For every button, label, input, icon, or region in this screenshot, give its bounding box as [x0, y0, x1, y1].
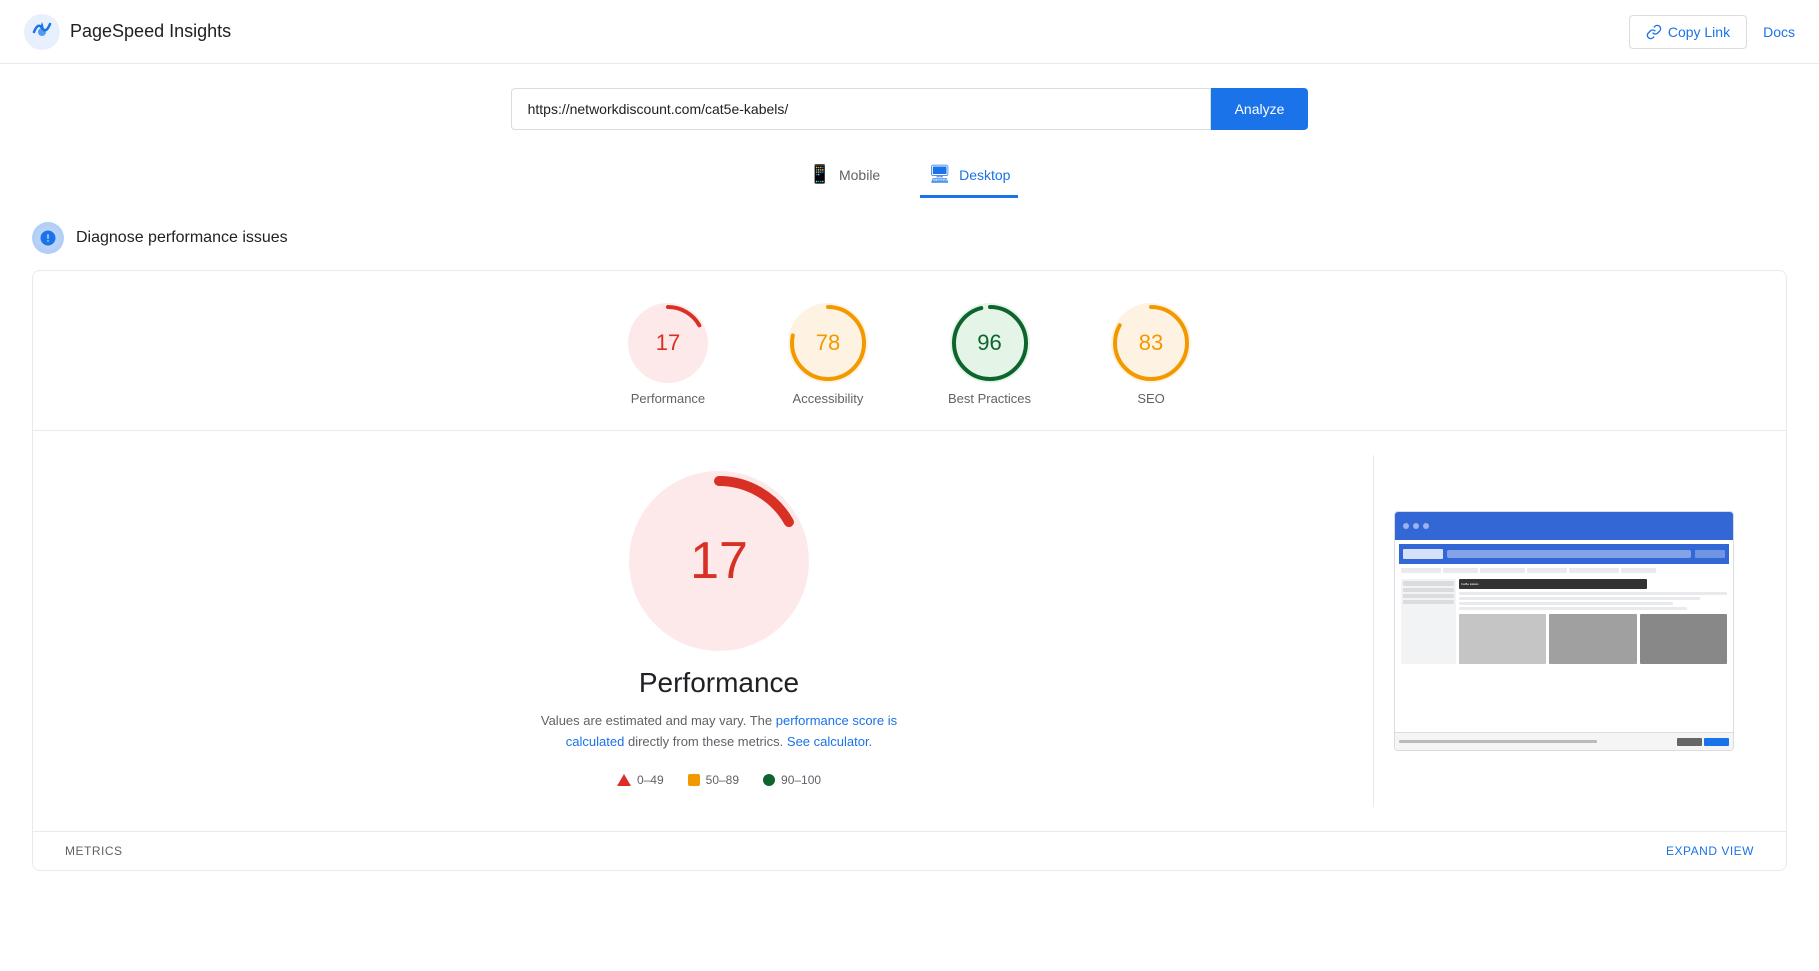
- legend-triangle-icon: [617, 774, 631, 786]
- screenshot-content: Cat5e kabels: [1395, 540, 1733, 750]
- large-gauge: 17: [629, 471, 809, 651]
- legend-item-medium: 50–89: [688, 773, 739, 787]
- docs-link[interactable]: Docs: [1763, 24, 1795, 40]
- perf-calculator-link[interactable]: See calculator.: [787, 734, 872, 749]
- large-gauge-value: 17: [690, 531, 748, 591]
- mobile-icon: 📱: [809, 164, 831, 185]
- legend-item-low: 0–49: [617, 773, 664, 787]
- screenshot-preview: Cat5e kabels: [1394, 511, 1734, 751]
- perf-desc-middle: directly from these metrics.: [628, 734, 787, 749]
- analyze-button[interactable]: Analyze: [1211, 88, 1309, 130]
- legend-high-range: 90–100: [781, 773, 821, 787]
- legend-square-icon: [688, 774, 700, 786]
- url-input[interactable]: [511, 88, 1211, 130]
- score-circles-row: 17 Performance 78 Accessibility: [33, 271, 1786, 430]
- diagnose-title: Diagnose performance issues: [76, 229, 288, 247]
- tabs-row: 📱 Mobile 🖥 Desktop: [0, 146, 1819, 198]
- copy-link-button[interactable]: Copy Link: [1629, 15, 1747, 49]
- pagespeed-logo-icon: [24, 14, 60, 50]
- logo-area: PageSpeed Insights: [24, 14, 231, 50]
- screenshot-browser-bar: [1395, 512, 1733, 540]
- score-circle-accessibility: 78: [788, 303, 868, 383]
- score-label-seo: SEO: [1137, 391, 1164, 406]
- score-label-best-practices: Best Practices: [948, 391, 1031, 406]
- app-title: PageSpeed Insights: [70, 21, 231, 42]
- legend: 0–49 50–89 90–100: [617, 773, 821, 787]
- score-value-seo: 83: [1139, 330, 1163, 356]
- perf-desc-before: Values are estimated and may vary. The: [541, 713, 772, 728]
- browser-dot-2: [1413, 523, 1419, 529]
- score-value-best-practices: 96: [977, 330, 1001, 356]
- scores-card: 17 Performance 78 Accessibility: [32, 270, 1787, 871]
- tab-desktop-label: Desktop: [959, 167, 1010, 183]
- header-right: Copy Link Docs: [1629, 15, 1795, 49]
- legend-circle-icon: [763, 774, 775, 786]
- tab-desktop[interactable]: 🖥 Desktop: [920, 154, 1018, 198]
- copy-link-label: Copy Link: [1668, 24, 1730, 40]
- screenshot-panel: Cat5e kabels: [1374, 455, 1754, 807]
- diagnose-section: Diagnose performance issues: [0, 206, 1819, 262]
- score-circle-seo: 83: [1111, 303, 1191, 383]
- score-circle-performance: 17: [628, 303, 708, 383]
- expand-view-link[interactable]: Expand view: [1666, 844, 1754, 858]
- score-circle-best-practices: 96: [950, 303, 1030, 383]
- score-item-seo: 83 SEO: [1111, 303, 1191, 406]
- legend-item-high: 90–100: [763, 773, 821, 787]
- metrics-footer: METRICS Expand view: [33, 831, 1786, 870]
- tab-mobile[interactable]: 📱 Mobile: [801, 154, 889, 198]
- score-value-accessibility: 78: [816, 330, 840, 356]
- legend-medium-range: 50–89: [706, 773, 739, 787]
- search-area: Analyze: [0, 64, 1819, 146]
- legend-low-range: 0–49: [637, 773, 664, 787]
- metrics-label: METRICS: [65, 844, 123, 858]
- main-content: 17 Performance Values are estimated and …: [33, 431, 1786, 831]
- perf-description: Values are estimated and may vary. The p…: [529, 711, 909, 753]
- browser-dot-1: [1403, 523, 1409, 529]
- score-item-accessibility: 78 Accessibility: [788, 303, 868, 406]
- tab-mobile-label: Mobile: [839, 167, 880, 183]
- diagnose-icon: [32, 222, 64, 254]
- score-value-performance: 17: [656, 330, 680, 356]
- perf-title: Performance: [639, 667, 799, 699]
- header: PageSpeed Insights Copy Link Docs: [0, 0, 1819, 64]
- performance-panel: 17 Performance Values are estimated and …: [65, 455, 1374, 807]
- score-label-performance: Performance: [631, 391, 705, 406]
- link-icon: [1646, 24, 1662, 40]
- desktop-icon: 🖥: [928, 164, 951, 185]
- score-item-performance: 17 Performance: [628, 303, 708, 406]
- score-item-best-practices: 96 Best Practices: [948, 303, 1031, 406]
- score-label-accessibility: Accessibility: [793, 391, 864, 406]
- browser-dot-3: [1423, 523, 1429, 529]
